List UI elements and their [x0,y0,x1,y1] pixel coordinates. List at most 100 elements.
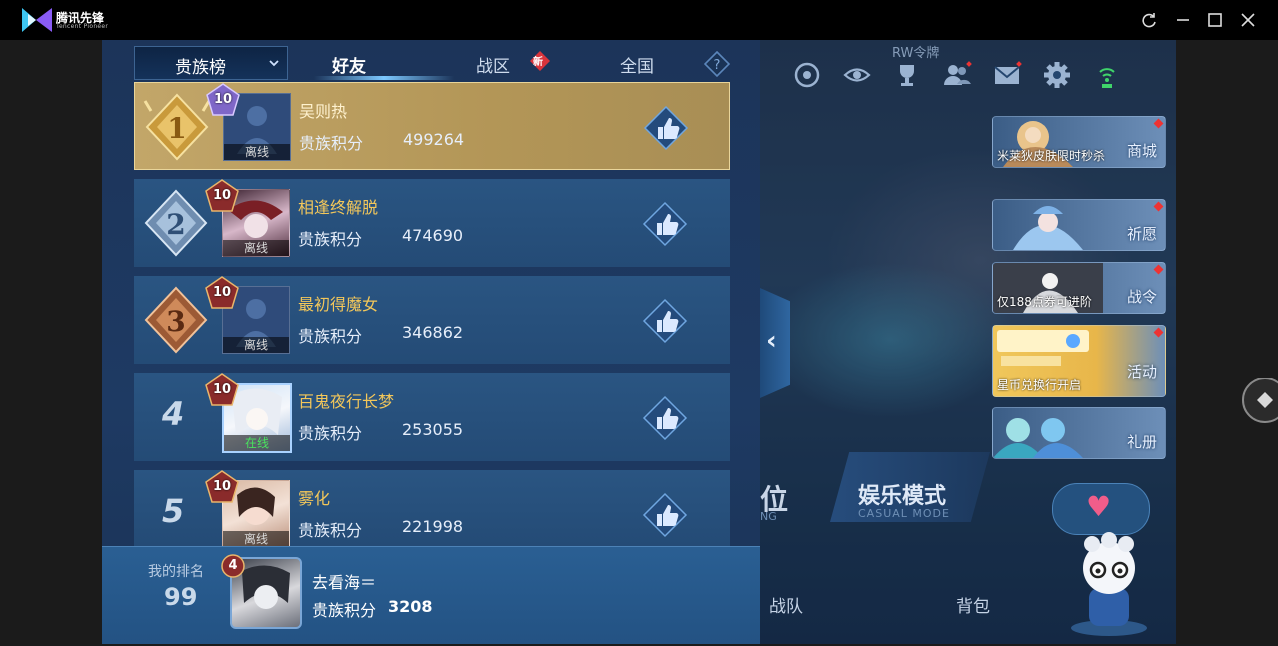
rank-silver-medal-icon: 2 [144,189,208,257]
tab-region[interactable]: 战区 [476,52,510,77]
noble-level-badge: 10 [205,83,241,117]
table-row[interactable]: 1 离线 10 吴则热 贵族积分 499264 [134,82,730,170]
dropdown-label: 贵族榜 [175,58,226,78]
table-row[interactable]: 4 在线 10 百鬼夜行长梦 贵族积分 253055 [134,373,730,461]
new-badge: 新 [529,50,551,72]
help-icon[interactable]: ? [704,51,730,77]
svg-text:1: 1 [167,112,186,145]
notification-dot [1153,264,1164,275]
casual-mode-subtitle: CASUAL MODE [858,507,950,520]
refresh-button[interactable] [1139,10,1159,30]
minimize-icon [1177,19,1189,21]
table-row[interactable]: 2 离线 10 相逢终解脱 贵族积分 474690 [134,179,730,267]
rank-number: 4 [162,395,185,433]
app-subtitle: Tencent Pioneer [56,23,109,30]
chevron-left-icon: ‹ [766,326,777,356]
player-name: 百鬼夜行长梦 [298,392,395,411]
score-value: 499264 [403,130,465,149]
noble-level-badge: 4 [220,553,246,579]
casual-mode-title: 娱乐模式 [858,484,947,509]
thumbs-up-icon[interactable] [642,492,688,538]
heart-icon: ♥ [1086,490,1112,523]
svg-text:?: ? [714,58,721,73]
rw-token-tag: RW令牌 [892,46,940,61]
thumbs-up-icon[interactable] [642,395,688,441]
tab-national[interactable]: 全国 [620,52,654,77]
player-name: 相逢终解脱 [298,198,379,217]
collapse-panel-button[interactable]: ‹ [760,288,790,398]
player-name: 吴则热 [299,102,348,121]
close-button[interactable] [1238,10,1258,30]
team-link[interactable]: 战队 [769,592,803,617]
my-ranking-label: 我的排名 [148,564,204,580]
target-button[interactable] [792,60,822,90]
side-card-label: 战令 [1126,288,1157,306]
board-type-dropdown[interactable]: 贵族榜 [134,46,288,80]
wifi-icon [1092,60,1115,90]
thumbs-up-icon[interactable] [642,201,688,247]
status-badge: 离线 [224,144,290,160]
side-card-gift-book[interactable]: 礼册 [992,407,1166,459]
target-icon [794,62,820,88]
floating-assistant-button[interactable] [1240,378,1278,428]
my-player-name: 去看海＝ [312,573,377,592]
rank-gold-medal-icon: 1 [143,93,211,161]
side-card-shop[interactable]: 米莱狄皮肤限时秒杀 商城 [992,116,1166,168]
noble-level-badge: 10 [204,470,240,504]
side-card-label: 活动 [1126,363,1157,381]
table-row[interactable]: 5 离线 10 雾化 贵族积分 221998 [134,470,730,546]
friends-button[interactable] [942,60,972,90]
rank-bronze-medal-icon: 3 [144,286,208,354]
minimize-button[interactable] [1173,10,1193,30]
noble-level-badge: 10 [204,276,240,310]
game-view: RW令牌 米莱狄皮肤限时秒杀 商城 祈愿 仅188点券可进阶 战令 星币兑换行开… [102,40,1176,644]
side-card-wish[interactable]: 祈愿 [992,199,1166,251]
maximize-button[interactable] [1205,10,1225,30]
side-card-label: 祈愿 [1126,225,1157,243]
svg-text:3: 3 [166,305,185,338]
tab-friends[interactable]: 好友 [332,52,366,77]
noble-level-badge: 10 [204,179,240,213]
app-logo-icon [22,8,52,32]
trophy-button[interactable] [892,60,922,90]
player-name: 雾化 [298,489,331,508]
spectate-button[interactable] [842,60,872,90]
score-value: 253055 [402,420,464,439]
score-value: 221998 [402,517,464,536]
leaderboard-panel: 贵族榜 好友 战区 新 全国 ? 1 离线 10 吴则热 贵族积分 499264… [102,40,760,644]
refresh-icon [1142,13,1156,28]
wish-art [1013,206,1083,250]
close-icon [1241,13,1255,27]
score-label: 贵族积分 [298,327,363,346]
score-value: 474690 [402,226,464,245]
score-label: 贵族积分 [298,521,363,540]
table-row[interactable]: 3 离线 10 最初得魔女 贵族积分 346862 [134,276,730,364]
score-label: 贵族积分 [299,134,364,153]
mail-button[interactable] [992,60,1022,90]
side-card-caption: 仅188点券可进阶 [997,295,1092,309]
ranked-mode-subtitle: NG [760,510,777,523]
thumbs-up-icon[interactable] [642,298,688,344]
side-card-battlepass[interactable]: 仅188点券可进阶 战令 [992,262,1166,314]
mail-icon [994,61,1022,84]
my-score-value: 3208 [388,597,433,616]
status-badge: 离线 [223,531,289,546]
bag-link[interactable]: 背包 [956,592,990,617]
rank-number: 5 [162,492,185,530]
svg-text:2: 2 [166,208,185,241]
side-card-label: 礼册 [1126,433,1157,451]
player-name: 最初得魔女 [298,295,379,314]
chevron-down-icon [269,60,279,67]
active-tab-indicator [314,76,454,80]
trophy-icon [900,65,914,86]
my-score-label: 贵族积分 [312,601,377,620]
friends-icon [944,61,972,85]
noble-level-badge: 10 [204,373,240,407]
status-badge: 离线 [223,337,289,353]
settings-button[interactable] [1042,60,1072,90]
side-card-activity[interactable]: 星币兑换行开启 活动 [992,325,1166,397]
side-card-caption: 米莱狄皮肤限时秒杀 [997,149,1106,163]
my-ranking-bar: 我的排名 99 4 去看海＝ 贵族积分 3208 [102,546,760,644]
thumbs-up-icon[interactable] [643,105,689,151]
mascot-character[interactable] [1064,528,1154,638]
